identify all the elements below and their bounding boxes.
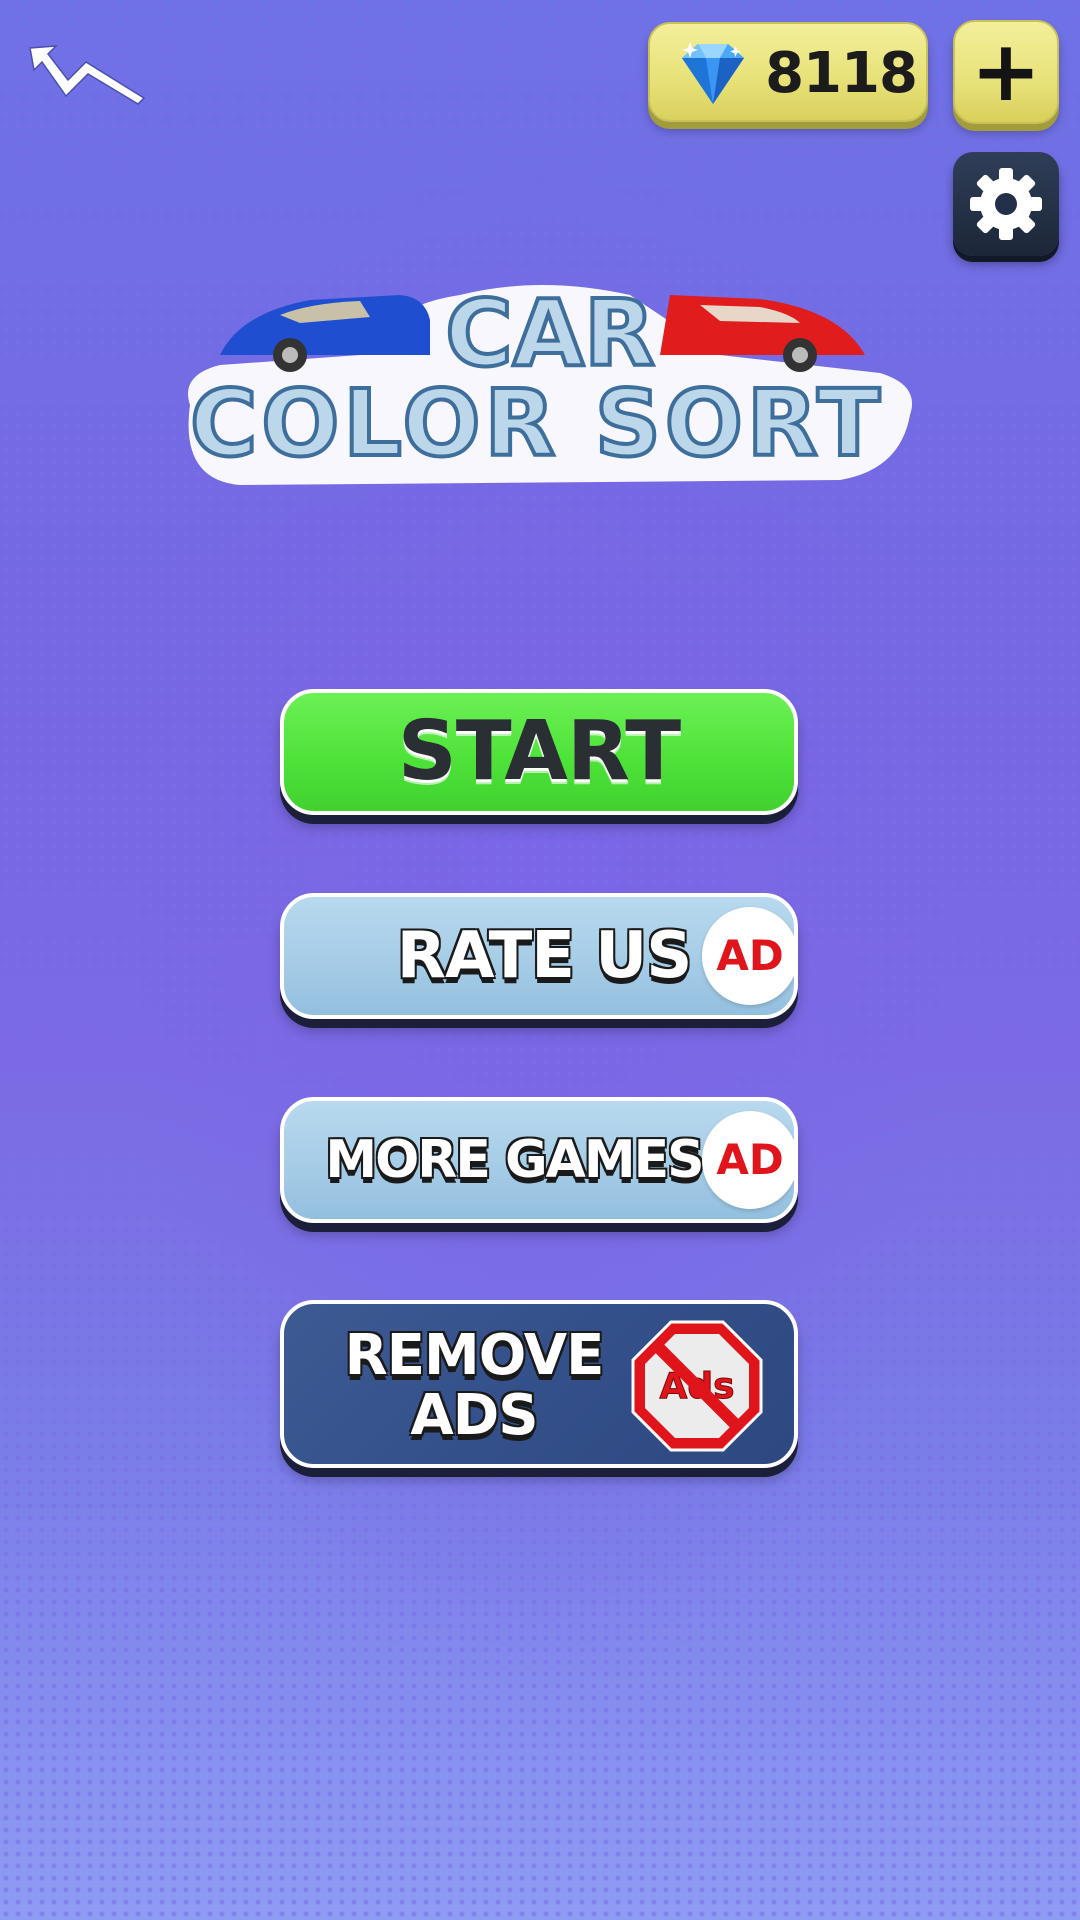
remove-ads-button[interactable]: REMOVE ADS Ads: [280, 1300, 798, 1468]
rate-us-label: RATE US: [396, 919, 693, 993]
diamond-gem-icon: [668, 38, 758, 110]
rate-us-button[interactable]: RATE US AD: [280, 893, 798, 1019]
game-logo: CAR COLOR SORT: [160, 255, 940, 495]
remove-ads-label: REMOVE ADS: [344, 1323, 605, 1448]
more-games-label: MORE GAMES: [325, 1130, 704, 1190]
gem-counter: 8118: [648, 22, 928, 122]
plus-icon: +: [970, 22, 1042, 120]
no-ads-icon: Ads: [629, 1318, 765, 1454]
logo-line-2: COLOR SORT: [190, 370, 880, 477]
settings-button[interactable]: [953, 152, 1059, 256]
back-lightning-icon[interactable]: [26, 40, 156, 110]
gear-icon: [970, 168, 1042, 240]
start-button[interactable]: START: [280, 689, 798, 815]
ad-badge: AD: [702, 907, 794, 1005]
start-label: START: [397, 704, 681, 799]
gem-count: 8118: [765, 41, 918, 106]
more-games-button[interactable]: MORE GAMES AD: [280, 1097, 798, 1223]
ad-badge: AD: [702, 1111, 794, 1209]
add-gems-button[interactable]: +: [953, 20, 1059, 124]
